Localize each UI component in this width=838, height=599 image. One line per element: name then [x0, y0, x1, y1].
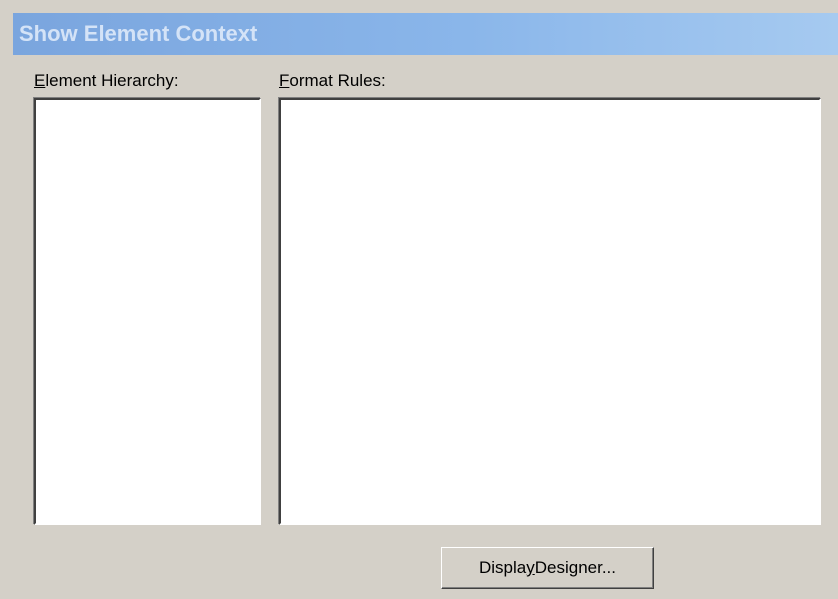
- format-rules-label: Format Rules:: [279, 71, 386, 91]
- format-rules-label-rest: ormat Rules:: [289, 71, 386, 90]
- display-designer-label-accel: y: [526, 558, 535, 577]
- format-rules-list[interactable]: [279, 98, 821, 525]
- element-hierarchy-list[interactable]: [34, 98, 261, 525]
- element-hierarchy-label: Element Hierarchy:: [34, 71, 179, 91]
- display-designer-button[interactable]: Displa y Designer...: [441, 547, 654, 589]
- element-hierarchy-label-rest: lement Hierarchy:: [45, 71, 179, 90]
- display-designer-label-before: Displa: [478, 558, 527, 577]
- display-designer-label-after: Designer...: [534, 558, 616, 577]
- format-rules-label-accel: F: [279, 71, 290, 90]
- show-element-context-dialog: Show Element Context Element Hierarchy: …: [0, 0, 838, 599]
- window-title: Show Element Context: [13, 13, 838, 55]
- element-hierarchy-label-accel: E: [34, 71, 46, 90]
